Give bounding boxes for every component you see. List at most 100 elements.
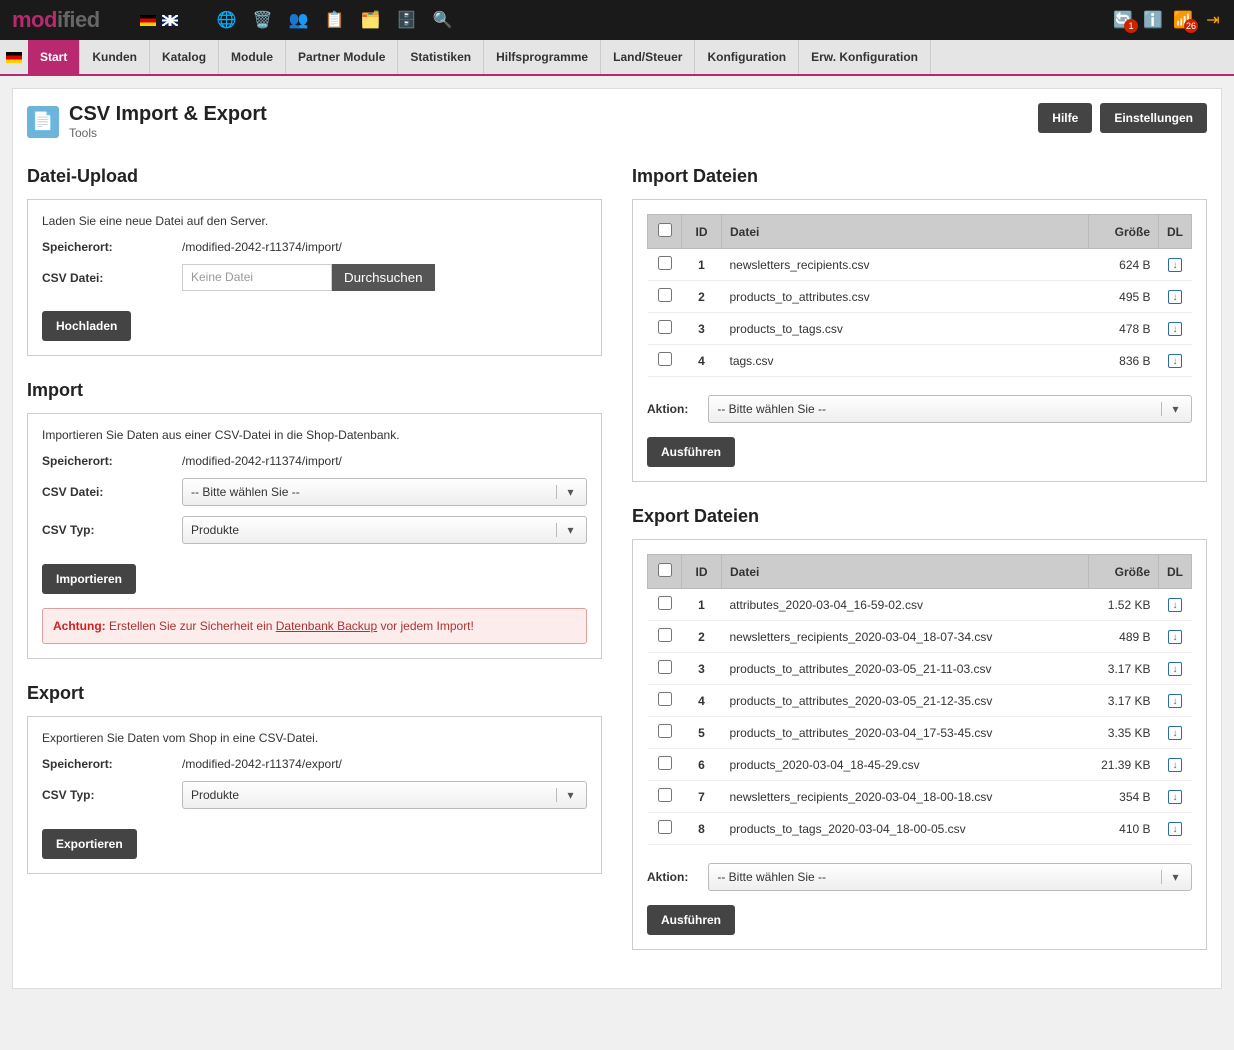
- logo[interactable]: modified: [12, 7, 100, 33]
- row-checkbox[interactable]: [658, 288, 672, 302]
- download-icon[interactable]: ↓: [1168, 290, 1182, 304]
- download-icon[interactable]: ↓: [1168, 822, 1182, 836]
- import-type-select[interactable]: Produkte▾: [182, 516, 587, 544]
- row-checkbox[interactable]: [658, 660, 672, 674]
- row-checkbox[interactable]: [658, 352, 672, 366]
- search-icon[interactable]: 🔍: [434, 11, 452, 29]
- import-files-table: ID Datei Größe DL 1newsletters_recipient…: [647, 214, 1192, 377]
- flag-en-icon[interactable]: [162, 15, 178, 26]
- table-row: 7newsletters_recipients_2020-03-04_18-00…: [648, 781, 1192, 813]
- import-file-label: CSV Datei:: [42, 485, 182, 499]
- backup-link[interactable]: Datenbank Backup: [276, 619, 377, 633]
- table-row: 2products_to_attributes.csv495 B↓: [648, 281, 1192, 313]
- upload-panel: Laden Sie eine neue Datei auf den Server…: [27, 199, 602, 356]
- table-row: 4tags.csv836 B↓: [648, 345, 1192, 377]
- database-icon[interactable]: 🗄️: [398, 11, 416, 29]
- import-files-run-button[interactable]: Ausführen: [647, 437, 735, 467]
- row-file: products_to_tags_2020-03-04_18-00-05.csv: [722, 813, 1089, 845]
- import-file-select[interactable]: -- Bitte wählen Sie --▾: [182, 478, 587, 506]
- nav-katalog[interactable]: Katalog: [150, 40, 219, 74]
- export-loc-value: /modified-2042-r11374/export/: [182, 757, 587, 771]
- row-checkbox[interactable]: [658, 628, 672, 642]
- row-file: products_to_attributes_2020-03-05_21-12-…: [722, 685, 1089, 717]
- import-panel: Importieren Sie Daten aus einer CSV-Date…: [27, 413, 602, 659]
- globe-icon[interactable]: 🌐: [218, 11, 236, 29]
- row-size: 836 B: [1089, 345, 1159, 377]
- download-icon[interactable]: ↓: [1168, 354, 1182, 368]
- nav-kunden[interactable]: Kunden: [80, 40, 150, 74]
- export-loc-label: Speicherort:: [42, 757, 182, 771]
- nav-konfiguration[interactable]: Konfiguration: [695, 40, 799, 74]
- nav-start[interactable]: Start: [28, 40, 80, 74]
- info-icon[interactable]: ℹ️: [1144, 11, 1162, 29]
- col-id: ID: [682, 555, 722, 589]
- row-file: newsletters_recipients_2020-03-04_18-07-…: [722, 621, 1089, 653]
- page-subtitle: Tools: [69, 126, 267, 140]
- row-file: products_to_tags.csv: [722, 313, 1089, 345]
- row-checkbox[interactable]: [658, 756, 672, 770]
- export-heading: Export: [27, 683, 602, 704]
- export-files-run-button[interactable]: Ausführen: [647, 905, 735, 935]
- navbar: Start Kunden Katalog Module Partner Modu…: [0, 40, 1234, 76]
- download-icon[interactable]: ↓: [1168, 630, 1182, 644]
- row-size: 489 B: [1089, 621, 1159, 653]
- flag-de-icon[interactable]: [140, 15, 156, 26]
- row-id: 3: [682, 313, 722, 345]
- row-checkbox[interactable]: [658, 820, 672, 834]
- nav-module[interactable]: Module: [219, 40, 286, 74]
- download-icon[interactable]: ↓: [1168, 322, 1182, 336]
- nav-partner-module[interactable]: Partner Module: [286, 40, 398, 74]
- col-file: Datei: [722, 555, 1089, 589]
- export-type-select[interactable]: Produkte▾: [182, 781, 587, 809]
- row-checkbox[interactable]: [658, 788, 672, 802]
- download-icon[interactable]: ↓: [1168, 726, 1182, 740]
- export-files-table: ID Datei Größe DL 1attributes_2020-03-04…: [647, 554, 1192, 845]
- row-file: tags.csv: [722, 345, 1089, 377]
- nav-hilfsprogramme[interactable]: Hilfsprogramme: [484, 40, 601, 74]
- row-size: 21.39 KB: [1089, 749, 1159, 781]
- table-row: 4products_to_attributes_2020-03-05_21-12…: [648, 685, 1192, 717]
- users-icon[interactable]: 👥: [290, 11, 308, 29]
- nav-flag-de[interactable]: [0, 40, 28, 74]
- row-file: newsletters_recipients.csv: [722, 249, 1089, 281]
- nav-erw-konfiguration[interactable]: Erw. Konfiguration: [799, 40, 931, 74]
- trash-icon[interactable]: 🗑️: [254, 11, 272, 29]
- row-checkbox[interactable]: [658, 596, 672, 610]
- export-files-action-select[interactable]: -- Bitte wählen Sie --▾: [708, 863, 1192, 891]
- logout-icon[interactable]: ⇥: [1204, 11, 1222, 29]
- download-icon[interactable]: ↓: [1168, 694, 1182, 708]
- import-select-all[interactable]: [658, 223, 672, 237]
- download-icon[interactable]: ↓: [1168, 758, 1182, 772]
- main-content: 📄 CSV Import & Export Tools Hilfe Einste…: [12, 88, 1222, 989]
- nav-land-steuer[interactable]: Land/Steuer: [601, 40, 695, 74]
- export-select-all[interactable]: [658, 563, 672, 577]
- download-icon[interactable]: ↓: [1168, 662, 1182, 676]
- table-row: 2newsletters_recipients_2020-03-04_18-07…: [648, 621, 1192, 653]
- row-checkbox[interactable]: [658, 256, 672, 270]
- row-checkbox[interactable]: [658, 320, 672, 334]
- col-file: Datei: [722, 215, 1089, 249]
- settings-button[interactable]: Einstellungen: [1100, 103, 1207, 133]
- download-icon[interactable]: ↓: [1168, 258, 1182, 272]
- table-row: 1newsletters_recipients.csv624 B↓: [648, 249, 1192, 281]
- export-submit-button[interactable]: Exportieren: [42, 829, 137, 859]
- upload-submit-button[interactable]: Hochladen: [42, 311, 131, 341]
- import-loc-value: /modified-2042-r11374/import/: [182, 454, 587, 468]
- download-icon[interactable]: ↓: [1168, 598, 1182, 612]
- download-icon[interactable]: ↓: [1168, 790, 1182, 804]
- import-files-action-select[interactable]: -- Bitte wählen Sie --▾: [708, 395, 1192, 423]
- row-file: products_to_attributes.csv: [722, 281, 1089, 313]
- upload-file-input[interactable]: Keine Datei: [182, 264, 332, 291]
- list-icon[interactable]: 📋: [326, 11, 344, 29]
- help-button[interactable]: Hilfe: [1038, 103, 1092, 133]
- row-checkbox[interactable]: [658, 724, 672, 738]
- browse-button[interactable]: Durchsuchen: [332, 264, 435, 291]
- nav-statistiken[interactable]: Statistiken: [398, 40, 484, 74]
- row-checkbox[interactable]: [658, 692, 672, 706]
- row-file: attributes_2020-03-04_16-59-02.csv: [722, 589, 1089, 621]
- import-submit-button[interactable]: Importieren: [42, 564, 136, 594]
- csv-icon: 📄: [27, 106, 59, 138]
- calendar-icon[interactable]: 🗂️: [362, 11, 380, 29]
- row-id: 4: [682, 685, 722, 717]
- table-row: 3products_to_attributes_2020-03-05_21-11…: [648, 653, 1192, 685]
